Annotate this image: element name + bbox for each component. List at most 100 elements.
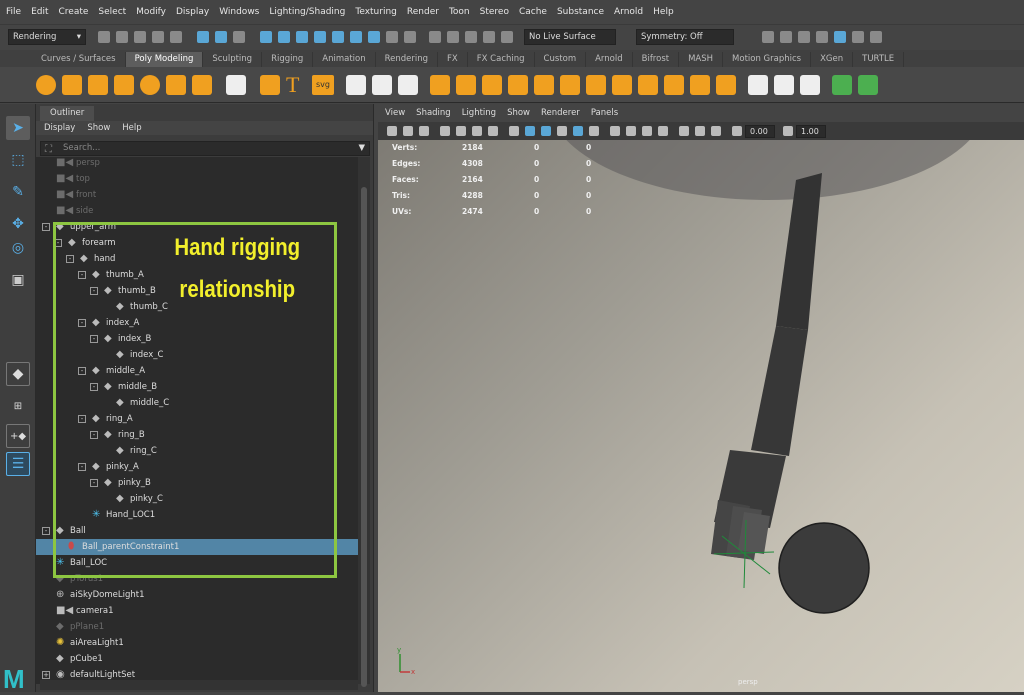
- light-editor-icon[interactable]: [870, 30, 882, 43]
- sphere-icon[interactable]: [36, 74, 56, 95]
- render-settings-icon[interactable]: [483, 30, 495, 43]
- fill-hole-icon[interactable]: [560, 74, 580, 95]
- grid-icon[interactable]: [440, 126, 450, 136]
- snap-point-icon[interactable]: [296, 30, 308, 43]
- ipr-icon[interactable]: [465, 30, 477, 43]
- move-tool-icon[interactable]: ✥: [6, 212, 30, 236]
- menu-render[interactable]: Render: [407, 7, 439, 17]
- lasso-tool-icon[interactable]: ⬚: [6, 148, 30, 172]
- shelf-tab-custom[interactable]: Custom: [535, 52, 587, 67]
- menu-modify[interactable]: Modify: [136, 7, 166, 17]
- save-scene-icon[interactable]: [134, 30, 146, 43]
- menu-toon[interactable]: Toon: [449, 7, 470, 17]
- exposure-icon[interactable]: [732, 126, 742, 136]
- outliner-layout-icon[interactable]: ☰: [6, 452, 30, 476]
- svg-tool-icon[interactable]: svg: [312, 74, 334, 95]
- platonic-icon[interactable]: [226, 74, 246, 95]
- outliner-menu-help[interactable]: Help: [122, 123, 141, 133]
- shadows-icon[interactable]: [589, 126, 599, 136]
- redo-icon[interactable]: [170, 30, 182, 43]
- ambient-occlusion-icon[interactable]: [610, 126, 620, 136]
- viewport-menu-shading[interactable]: Shading: [416, 108, 451, 118]
- outliner-menu-display[interactable]: Display: [44, 123, 75, 133]
- target-weld-icon[interactable]: [800, 74, 820, 95]
- uv-editor-icon[interactable]: [832, 74, 852, 95]
- poke-icon[interactable]: [690, 74, 710, 95]
- shelf-tab-mash[interactable]: MASH: [679, 52, 724, 67]
- bridge-icon[interactable]: [508, 74, 528, 95]
- uv-project-icon[interactable]: [858, 74, 878, 95]
- search-input[interactable]: Search... ⛶ ▼: [40, 141, 370, 156]
- safe-action-icon[interactable]: [488, 126, 498, 136]
- shelf-tab-fx-caching[interactable]: FX Caching: [468, 52, 535, 67]
- ipr-render-icon[interactable]: [798, 30, 810, 43]
- viewport-menu-panels[interactable]: Panels: [591, 108, 618, 118]
- wedge-icon[interactable]: [716, 74, 736, 95]
- append-icon[interactable]: [534, 74, 554, 95]
- shelf-tab-bifrost[interactable]: Bifrost: [633, 52, 680, 67]
- undo-icon[interactable]: [152, 30, 164, 43]
- viewport-scene[interactable]: y x Verts: 2184 0 0 Edges: 4308 0 0 Faces: 2164 0 0…: [378, 140, 1024, 692]
- shelf-tab-animation[interactable]: Animation: [313, 52, 376, 67]
- multi-cut-icon[interactable]: [748, 74, 768, 95]
- render-frame-icon[interactable]: [780, 30, 792, 43]
- render-current-icon[interactable]: [447, 30, 459, 43]
- select-hierarchy-icon[interactable]: [197, 30, 209, 43]
- disc-icon[interactable]: [192, 74, 212, 95]
- outliner-item-pplane1[interactable]: ◆ pPlane1: [36, 619, 358, 635]
- single-view-icon[interactable]: ◆: [6, 362, 30, 386]
- menu-edit[interactable]: Edit: [31, 7, 48, 17]
- viewport-menu-show[interactable]: Show: [507, 108, 530, 118]
- shelf-tab-xgen[interactable]: XGen: [811, 52, 854, 67]
- edge-loop-icon[interactable]: [774, 74, 794, 95]
- cone-icon[interactable]: [114, 74, 134, 95]
- image-plane-icon[interactable]: [419, 126, 429, 136]
- menu-lighting-shading[interactable]: Lighting/Shading: [269, 7, 345, 17]
- outliner-item-front[interactable]: ■◀ front: [36, 187, 358, 203]
- depth-of-field-icon[interactable]: [658, 126, 668, 136]
- textured-icon[interactable]: [557, 126, 567, 136]
- chevron-down-icon[interactable]: ▼: [358, 142, 365, 155]
- snap-grid-icon[interactable]: [260, 30, 272, 43]
- anti-aliasing-icon[interactable]: [642, 126, 652, 136]
- extract-icon[interactable]: [482, 74, 502, 95]
- new-scene-icon[interactable]: [98, 30, 110, 43]
- snap-help-icon[interactable]: [368, 30, 380, 43]
- xray-icon[interactable]: [695, 126, 705, 136]
- extrude-icon[interactable]: [586, 74, 606, 95]
- menu-substance[interactable]: Substance: [557, 7, 604, 17]
- snap-surface-icon[interactable]: [332, 30, 344, 43]
- xray-joints-icon[interactable]: [711, 126, 721, 136]
- mirror-icon[interactable]: [456, 74, 476, 95]
- menu-create[interactable]: Create: [59, 7, 89, 17]
- outliner-horizontal-scrollbar[interactable]: [40, 680, 358, 690]
- symmetry-dropdown[interactable]: Symmetry: Off: [636, 28, 734, 45]
- gamma-icon[interactable]: [783, 126, 793, 136]
- select-component-icon[interactable]: [233, 30, 245, 43]
- cylinder-icon[interactable]: [88, 74, 108, 95]
- outliner-item-top[interactable]: ■◀ top: [36, 171, 358, 187]
- wireframe-on-shaded-icon[interactable]: [541, 126, 551, 136]
- text-tool-icon[interactable]: T: [286, 72, 306, 98]
- menu-display[interactable]: Display: [176, 7, 209, 17]
- film-gate-icon[interactable]: [456, 126, 466, 136]
- rotate-tool-icon[interactable]: ◎: [6, 236, 30, 260]
- render-setup-icon[interactable]: [852, 30, 864, 43]
- collapse-toggle[interactable]: -: [42, 527, 50, 535]
- wireframe-icon[interactable]: [509, 126, 519, 136]
- shelf-tab-sculpting[interactable]: Sculpting: [203, 52, 263, 67]
- outliner-item-aiskydomelight1[interactable]: ⊕ aiSkyDomeLight1: [36, 587, 358, 603]
- outliner-item-aiarealight1[interactable]: ✺ aiAreaLight1: [36, 635, 358, 651]
- menu-stereo[interactable]: Stereo: [480, 7, 509, 17]
- viewport-menu-renderer[interactable]: Renderer: [541, 108, 580, 118]
- select-object-icon[interactable]: [215, 30, 227, 43]
- shelf-tab-poly-modeling[interactable]: Poly Modeling: [125, 52, 204, 67]
- smooth-icon[interactable]: [398, 74, 418, 95]
- scrollbar-thumb[interactable]: [361, 187, 367, 687]
- lock-icon[interactable]: [386, 30, 398, 43]
- menu-cache[interactable]: Cache: [519, 7, 547, 17]
- outliner-item-persp[interactable]: ■◀ persp: [36, 157, 358, 171]
- shelf-tab-fx[interactable]: FX: [438, 52, 468, 67]
- snap-live-icon[interactable]: [350, 30, 362, 43]
- combine-icon[interactable]: [346, 74, 366, 95]
